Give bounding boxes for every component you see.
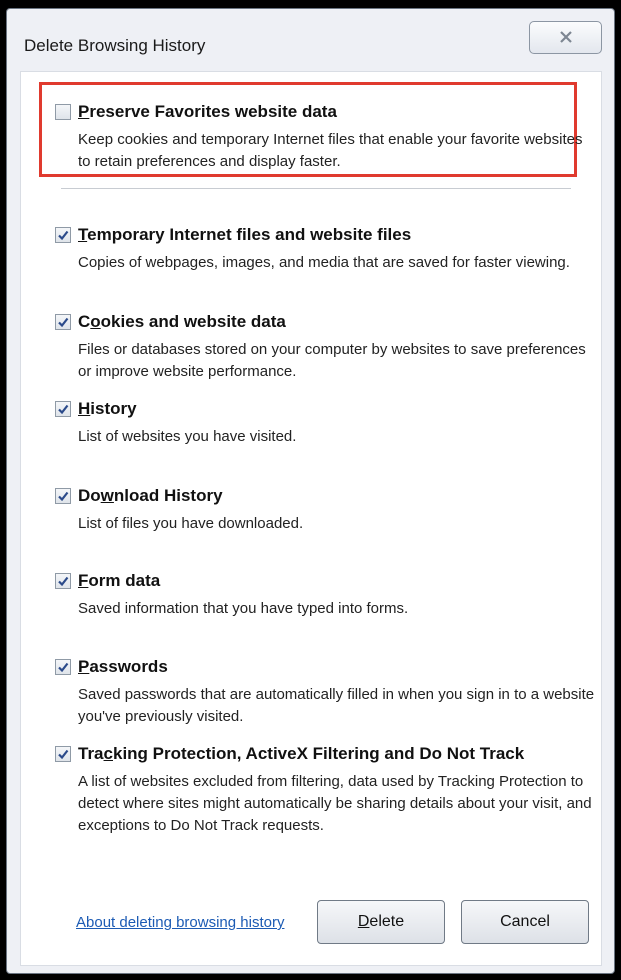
option-description: Saved passwords that are automatically f… — [78, 686, 595, 725]
checkmark-icon — [58, 317, 69, 328]
about-deleting-history-link[interactable]: About deleting browsing history — [76, 914, 284, 931]
option-description: Saved information that you have typed in… — [78, 600, 409, 617]
option-label: Passwords — [78, 657, 168, 676]
option-label: Tracking Protection, ActiveX Filtering a… — [78, 744, 525, 763]
option-label: History — [78, 399, 137, 418]
dialog-title: Delete Browsing History — [24, 36, 206, 55]
checkbox-history[interactable] — [55, 401, 71, 417]
checkbox-tracking-protection[interactable] — [55, 746, 71, 762]
title-bar: Delete Browsing History — [7, 9, 614, 71]
delete-button-label: Delete — [357, 913, 405, 930]
checkbox-download-history[interactable] — [55, 488, 71, 504]
checkbox-passwords[interactable] — [55, 659, 71, 675]
close-icon — [560, 31, 572, 43]
checkmark-icon — [58, 491, 69, 502]
close-button[interactable] — [529, 21, 602, 54]
checkbox-cookies[interactable] — [55, 314, 71, 330]
checkmark-icon — [58, 662, 69, 673]
option-label: Cookies and website data — [78, 312, 286, 331]
option-description: Keep cookies and temporary Internet file… — [78, 131, 583, 170]
checkmark-icon — [58, 749, 69, 760]
checkbox-preserve-favorites[interactable] — [55, 104, 71, 120]
option-description: List of websites you have visited. — [78, 428, 297, 445]
option-description: Copies of webpages, images, and media th… — [78, 254, 570, 271]
delete-browsing-history-dialog: Delete Browsing History Preserve Favorit… — [6, 8, 615, 974]
delete-button[interactable]: Delete — [317, 900, 445, 944]
option-description: List of files you have downloaded. — [78, 515, 304, 532]
cancel-button[interactable]: Cancel — [461, 900, 589, 944]
option-label: Preserve Favorites website data — [78, 102, 337, 121]
option-label: Form data — [78, 571, 161, 590]
checkmark-icon — [58, 576, 69, 587]
option-description: A list of websites excluded from filteri… — [78, 773, 592, 834]
checkbox-temporary-files[interactable] — [55, 227, 71, 243]
checkbox-form-data[interactable] — [55, 573, 71, 589]
checkmark-icon — [58, 230, 69, 241]
cancel-button-label: Cancel — [500, 913, 550, 930]
option-label: Download History — [78, 486, 223, 505]
separator — [61, 188, 571, 189]
option-description: Files or databases stored on your comput… — [78, 341, 586, 380]
option-label: Temporary Internet files and website fil… — [78, 225, 412, 244]
checkmark-icon — [58, 404, 69, 415]
options-panel: Preserve Favorites website data Keep coo… — [20, 71, 602, 966]
